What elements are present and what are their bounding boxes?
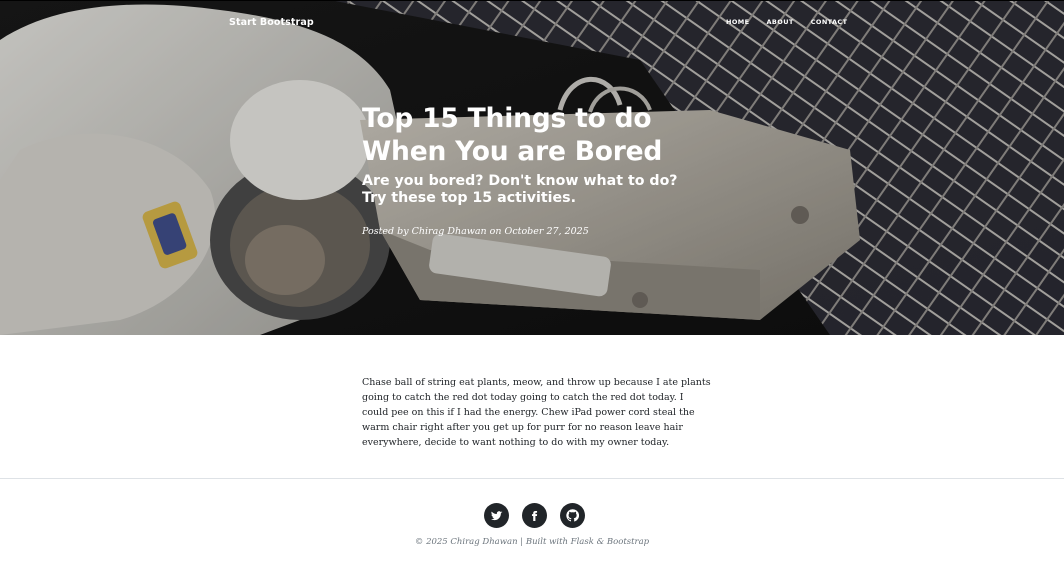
post-article: Chase ball of string eat plants, meow, a… (362, 376, 712, 451)
facebook-icon (531, 510, 538, 521)
nav-link-about[interactable]: ABOUT (766, 18, 793, 26)
navbar: Start Bootstrap HOME ABOUT CONTACT (0, 0, 1064, 45)
twitter-button[interactable] (484, 503, 509, 528)
github-button[interactable] (560, 503, 585, 528)
post-subtitle: Are you bored? Don't know what to do? Tr… (362, 173, 678, 206)
twitter-icon (490, 510, 502, 520)
facebook-button[interactable] (522, 503, 547, 528)
footer-divider (0, 478, 1064, 479)
post-heading: Top 15 Things to do When You are Bored A… (362, 102, 722, 237)
brand-link[interactable]: Start Bootstrap (229, 17, 314, 28)
hero-header: Start Bootstrap HOME ABOUT CONTACT Top 1… (0, 0, 1064, 335)
github-icon (566, 509, 579, 522)
social-links (484, 503, 585, 528)
post-title: Top 15 Things to do When You are Bored (362, 102, 722, 168)
post-title-line-1: Top 15 Things to do (362, 103, 652, 134)
page: Start Bootstrap HOME ABOUT CONTACT Top 1… (0, 0, 1064, 574)
nav-link-home[interactable]: HOME (726, 18, 749, 26)
post-meta: Posted by Chirag Dhawan on October 27, 2… (362, 226, 589, 237)
copyright-text: © 2025 Chirag Dhawan | Built with Flask … (414, 537, 650, 547)
nav-links: HOME ABOUT CONTACT (726, 18, 864, 26)
post-title-line-2: When You are Bored (362, 136, 663, 167)
nav-link-contact[interactable]: CONTACT (811, 18, 848, 26)
post-body-paragraph: Chase ball of string eat plants, meow, a… (362, 377, 711, 448)
